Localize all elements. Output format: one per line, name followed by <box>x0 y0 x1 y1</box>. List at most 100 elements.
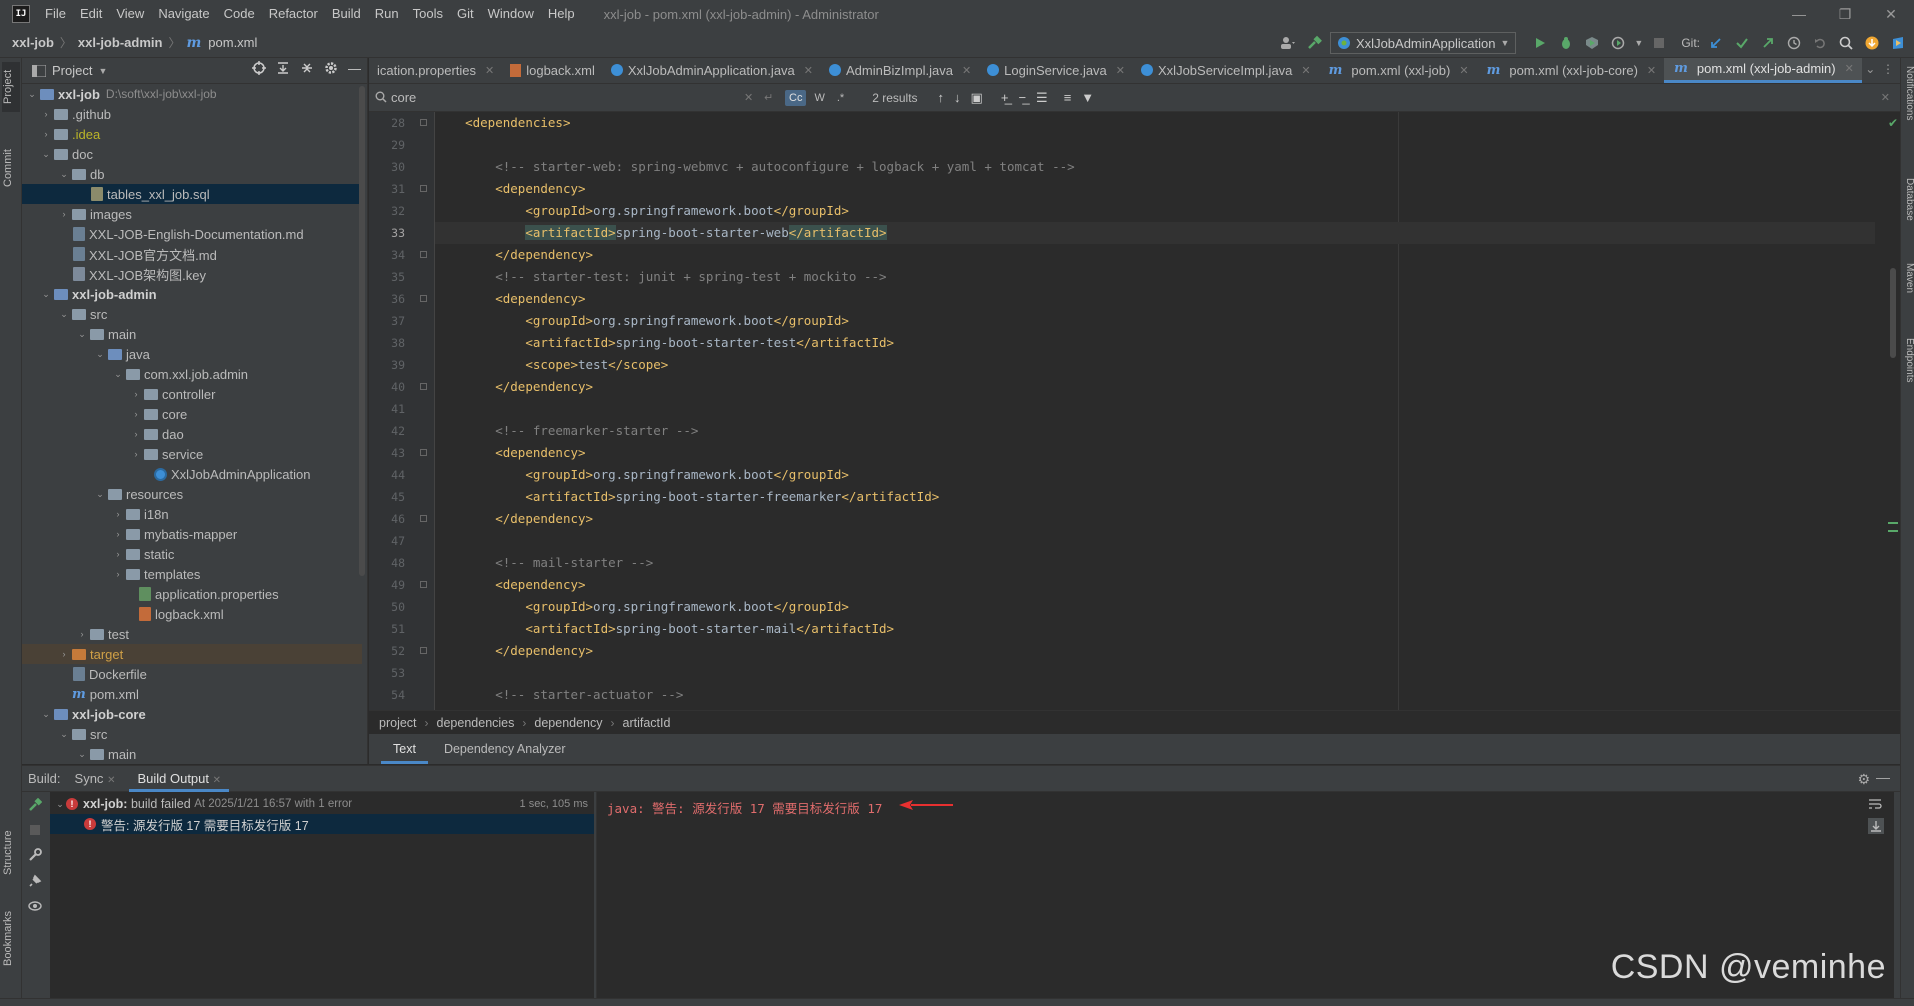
fold-marker-icon[interactable] <box>420 295 427 302</box>
restore-icon[interactable]: ❐ <box>1822 0 1868 28</box>
git-commit-icon[interactable] <box>1732 33 1752 53</box>
tree-scrollbar[interactable] <box>359 86 365 576</box>
breadcrumb-item[interactable]: dependency <box>534 716 602 730</box>
code-line[interactable] <box>435 530 1875 552</box>
menu-code[interactable]: Code <box>217 0 262 28</box>
code-line[interactable] <box>435 134 1875 156</box>
code-line[interactable]: <artifactId>spring-boot-starter-web</art… <box>435 222 1875 244</box>
editor-scrollbar[interactable] <box>1890 268 1896 358</box>
tree-item[interactable]: › .github <box>22 104 362 124</box>
expand-all-icon[interactable] <box>276 61 290 76</box>
chevron-right-icon[interactable]: › <box>58 649 70 659</box>
close-icon[interactable]: ✕ <box>213 775 221 786</box>
code-line[interactable]: <!-- starter-web: spring-webmvc + autoco… <box>435 156 1875 178</box>
menu-git[interactable]: Git <box>450 0 481 28</box>
fold-marker-icon[interactable] <box>420 449 427 456</box>
tree-item-selected[interactable]: tables_xxl_job.sql <box>22 184 362 204</box>
tab-text[interactable]: Text <box>381 734 428 764</box>
tree-item[interactable]: application.properties <box>22 584 362 604</box>
scroll-to-end-icon[interactable] <box>1868 818 1884 834</box>
close-icon[interactable]: ✕ <box>485 64 494 77</box>
chevron-down-icon[interactable]: ⌄ <box>112 369 124 380</box>
menu-help[interactable]: Help <box>541 0 582 28</box>
close-window-icon[interactable]: ✕ <box>1868 0 1914 28</box>
chevron-down-icon[interactable]: ⌄ <box>54 799 66 810</box>
menu-build[interactable]: Build <box>325 0 368 28</box>
close-icon[interactable]: ✕ <box>1459 64 1468 77</box>
code-line[interactable]: </dependency> <box>435 508 1875 530</box>
pin-icon[interactable] <box>28 874 42 888</box>
code-line[interactable]: <groupId>org.springframework.boot</group… <box>435 200 1875 222</box>
tree-item[interactable]: XXL-JOB-English-Documentation.md <box>22 224 362 244</box>
tab-xxljobadminapplication[interactable]: XxlJobAdminApplication.java ✕ <box>603 58 821 83</box>
tree-item[interactable]: ⌄ xxl-job-core <box>22 704 362 724</box>
tab-pom-xxl-job-admin[interactable]: m pom.xml (xxl-job-admin) ✕ <box>1664 58 1862 83</box>
project-panel-title[interactable]: Project <box>52 63 92 78</box>
code-line[interactable]: <dependency> <box>435 178 1875 200</box>
breadcrumb-item[interactable]: dependencies <box>437 716 515 730</box>
soft-wrap-icon[interactable] <box>1868 798 1884 810</box>
code-line[interactable]: <dependency> <box>435 442 1875 464</box>
menu-refactor[interactable]: Refactor <box>262 0 325 28</box>
tree-item[interactable]: › test <box>22 624 362 644</box>
tool-tab-notifications[interactable]: Notifications <box>1901 66 1914 156</box>
close-icon[interactable]: ✕ <box>1116 64 1125 77</box>
menu-edit[interactable]: Edit <box>73 0 109 28</box>
tree-item[interactable]: ⌄ com.xxl.job.admin <box>22 364 362 384</box>
fold-marker-icon[interactable] <box>420 383 427 390</box>
tree-item[interactable]: › mybatis-mapper <box>22 524 362 544</box>
tree-item[interactable]: › core <box>22 404 362 424</box>
chevron-down-icon[interactable]: ⌄ <box>58 169 70 180</box>
chevron-down-icon[interactable]: ⌄ <box>40 149 52 160</box>
coverage-icon[interactable] <box>1582 33 1602 53</box>
code-line[interactable]: <groupId>org.springframework.boot</group… <box>435 464 1875 486</box>
code-line[interactable]: <!-- starter-actuator --> <box>435 684 1875 706</box>
chevron-down-icon[interactable]: ⌄ <box>76 749 88 760</box>
breadcrumb-item[interactable]: artifactId <box>623 716 671 730</box>
code-line[interactable] <box>435 398 1875 420</box>
chevron-right-icon[interactable]: › <box>76 629 88 639</box>
fold-marker-icon[interactable] <box>420 185 427 192</box>
hide-panel-icon[interactable]: — <box>348 61 361 76</box>
tree-item[interactable]: ⌄ main <box>22 324 362 344</box>
code-line[interactable]: </dependency> <box>435 640 1875 662</box>
menu-view[interactable]: View <box>109 0 151 28</box>
hide-panel-icon[interactable]: — <box>1876 769 1890 785</box>
code-line[interactable]: <!-- mail-starter --> <box>435 552 1875 574</box>
close-icon[interactable]: ✕ <box>962 64 971 77</box>
chevron-down-icon[interactable]: ⌄ <box>94 349 106 360</box>
fold-marker-icon[interactable] <box>420 581 427 588</box>
filter-icon[interactable]: ▼ <box>1081 90 1094 106</box>
tab-pom-xxl-job-core[interactable]: m pom.xml (xxl-job-core) ✕ <box>1477 58 1665 83</box>
chevron-down-icon[interactable]: ▼ <box>98 66 107 76</box>
tree-item[interactable]: ⌄ doc <box>22 144 362 164</box>
tree-item[interactable]: › static <box>22 544 362 564</box>
tree-item[interactable]: logback.xml <box>22 604 362 624</box>
tab-loginservice[interactable]: LoginService.java ✕ <box>979 58 1133 83</box>
close-icon[interactable]: ✕ <box>107 775 115 786</box>
user-icon[interactable] <box>1278 33 1298 53</box>
chevron-down-icon[interactable]: ⌄ <box>76 329 88 340</box>
tool-tab-structure[interactable]: Structure <box>2 818 20 888</box>
stop-icon[interactable] <box>29 824 41 836</box>
tool-tab-bookmarks[interactable]: Bookmarks <box>2 898 20 978</box>
find-input[interactable] <box>369 84 759 111</box>
nav-crumb-file[interactable]: pom.xml <box>204 35 261 50</box>
run-icon[interactable] <box>1530 33 1550 53</box>
menu-run[interactable]: Run <box>368 0 406 28</box>
code-line[interactable]: </dependency> <box>435 244 1875 266</box>
code-line[interactable]: <groupId>org.springframework.boot</group… <box>435 596 1875 618</box>
chevron-down-icon[interactable]: ⌄ <box>26 89 38 100</box>
fold-marker-icon[interactable] <box>420 251 427 258</box>
collapse-all-icon[interactable] <box>300 61 314 76</box>
code-line[interactable]: <!-- starter-test: junit + spring-test +… <box>435 266 1875 288</box>
select-occurrences-icon[interactable]: ☰ <box>1036 90 1048 106</box>
tree-item-excluded[interactable]: › target <box>22 644 362 664</box>
menu-tools[interactable]: Tools <box>406 0 450 28</box>
tree-item[interactable]: ⌄ src <box>22 304 362 324</box>
ide-update-icon[interactable] <box>1862 33 1882 53</box>
wrench-icon[interactable] <box>28 848 42 862</box>
tab-sync[interactable]: Sync ✕ <box>67 766 124 792</box>
chevron-right-icon[interactable]: › <box>130 409 142 419</box>
menu-window[interactable]: Window <box>481 0 541 28</box>
